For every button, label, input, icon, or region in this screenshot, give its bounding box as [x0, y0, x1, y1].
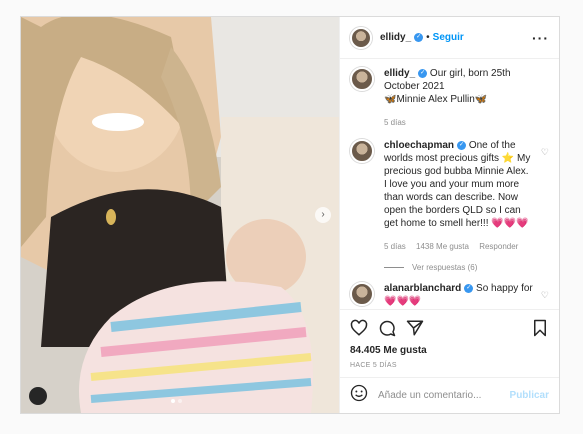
comment-item: alanarblanchard ✓ So happy for 💗💗💗 ♡: [350, 282, 549, 308]
comment-text: So happy for: [476, 283, 533, 294]
comment-text: One of the worlds most precious gifts ⭐ …: [384, 140, 531, 229]
verified-badge-icon: ✓: [457, 140, 467, 150]
verified-badge-icon: ✓: [464, 283, 474, 293]
post-dialog: › ellidy_ ✓ • Seguir ··· ellidy_ ✓ Our gi…: [20, 16, 560, 414]
caption-username[interactable]: ellidy_: [384, 68, 415, 79]
view-replies-label: Ver respuestas (6): [412, 263, 478, 272]
divider: [384, 267, 404, 268]
comment-username[interactable]: chloechapman: [384, 140, 454, 151]
avatar[interactable]: [350, 139, 374, 163]
heart-icon[interactable]: [350, 319, 368, 337]
verified-badge-icon: ✓: [418, 68, 428, 78]
comment-tail: 💗💗💗: [384, 296, 422, 307]
comment-likes[interactable]: 1438 Me gusta: [416, 242, 469, 251]
comments-list[interactable]: ellidy_ ✓ Our girl, born 25th October 202…: [340, 59, 559, 309]
view-replies-button[interactable]: Ver respuestas (6): [384, 263, 549, 272]
caption: ellidy_ ✓ Our girl, born 25th October 202…: [350, 67, 549, 129]
comment-time: 5 días: [384, 242, 406, 251]
share-icon[interactable]: [406, 319, 424, 337]
photo-illustration: [21, 17, 339, 413]
separator-dot: •: [426, 32, 430, 43]
add-comment-bar: Añade un comentario... Publicar: [340, 377, 559, 413]
like-comment-heart-icon[interactable]: ♡: [541, 147, 549, 158]
more-horizontal-icon[interactable]: ···: [532, 30, 549, 46]
reply-button[interactable]: Responder: [479, 242, 518, 251]
follow-button[interactable]: Seguir: [433, 32, 464, 43]
avatar[interactable]: [350, 67, 374, 91]
avatar[interactable]: [350, 282, 374, 306]
comment-icon[interactable]: [378, 319, 396, 337]
likes-count[interactable]: 84.405 Me gusta: [340, 345, 559, 356]
bookmark-icon[interactable]: [531, 319, 549, 337]
carousel-indicator: [171, 399, 182, 403]
post-header: ellidy_ ✓ • Seguir ···: [340, 17, 559, 59]
like-comment-heart-icon[interactable]: ♡: [541, 290, 549, 301]
comment-username[interactable]: alanarblanchard: [384, 283, 461, 294]
post-sidebar: ellidy_ ✓ • Seguir ··· ellidy_ ✓ Our girl…: [339, 17, 559, 413]
author-username[interactable]: ellidy_: [380, 32, 411, 43]
publish-button[interactable]: Publicar: [510, 390, 549, 401]
post-photo[interactable]: ›: [21, 17, 339, 413]
next-photo-button[interactable]: ›: [315, 207, 331, 223]
post-time[interactable]: HACE 5 DÍAS: [340, 356, 559, 377]
caption-line2: 🦋Minnie Alex Pullin🦋: [384, 94, 488, 105]
caption-time: 5 días: [384, 118, 406, 127]
verified-badge-icon: ✓: [414, 33, 424, 42]
tagged-users-button[interactable]: [29, 387, 47, 405]
avatar[interactable]: [350, 26, 372, 49]
comment-input[interactable]: Añade un comentario...: [378, 390, 510, 401]
action-bar: [340, 309, 559, 345]
emoji-icon[interactable]: [350, 384, 368, 407]
comment-item: chloechapman ✓ One of the worlds most pre…: [350, 139, 549, 253]
